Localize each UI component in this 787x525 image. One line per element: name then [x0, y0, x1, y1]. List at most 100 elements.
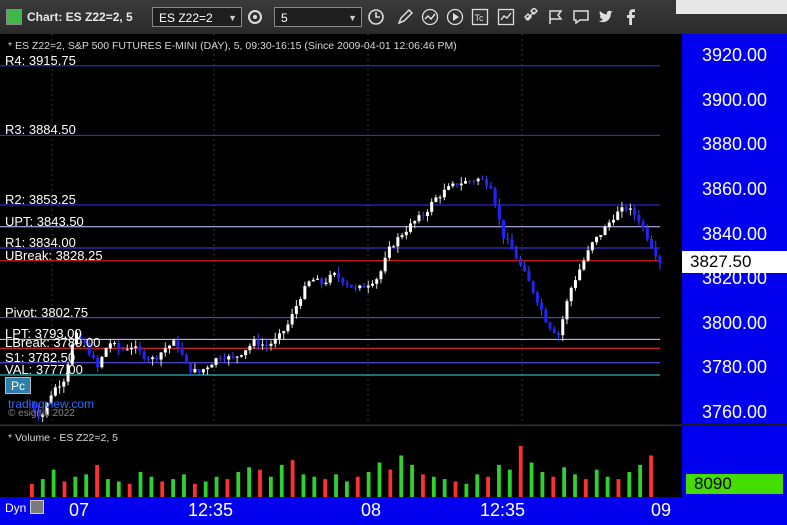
volume-bar	[442, 479, 447, 498]
candle-body	[485, 179, 489, 187]
window-icon	[6, 9, 22, 25]
symbol-combo[interactable]: ES Z22=2 ▼	[152, 7, 242, 27]
candle-body	[468, 180, 472, 182]
candle-body	[256, 339, 260, 346]
candle-body	[193, 369, 197, 373]
price-axis[interactable]: 3920.00 3900.00 3880.00 3860.00 3840.00 3820.…	[682, 34, 787, 424]
candle-body	[108, 343, 112, 349]
price-tick-label: 3880.00	[702, 134, 768, 155]
comment-icon[interactable]	[572, 8, 590, 26]
candle-body	[409, 223, 413, 232]
candle-body	[227, 356, 231, 360]
window-controls[interactable]	[676, 0, 787, 14]
chevron-down-icon: ▼	[228, 13, 237, 23]
candle-body	[459, 183, 463, 186]
candle-body	[231, 356, 235, 358]
candle-body	[506, 238, 510, 240]
candle-body	[400, 235, 404, 238]
volume-bar	[116, 481, 121, 498]
volume-bar	[562, 467, 567, 498]
candle-body	[451, 183, 455, 187]
volume-bar	[290, 460, 295, 498]
volume-bar	[301, 474, 306, 498]
current-volume-tag: 8090	[686, 474, 783, 494]
interval-combo[interactable]: 5 ▼	[274, 7, 362, 27]
candle-body	[244, 350, 248, 356]
candle-body	[595, 236, 599, 243]
candle-body	[413, 221, 417, 224]
settings-icon[interactable]	[246, 8, 264, 26]
candle-body	[476, 178, 480, 182]
price-tick-label: 3900.00	[702, 89, 768, 110]
candle-body	[383, 257, 387, 272]
volume-bar	[388, 469, 393, 498]
volume-bar	[497, 464, 501, 498]
volume-bar	[214, 476, 219, 498]
link-icon[interactable]	[522, 8, 540, 26]
volume-bar	[160, 481, 165, 498]
volume-bar	[62, 481, 67, 498]
candle-body	[125, 349, 129, 351]
candle-body	[447, 186, 451, 190]
candle-body	[294, 305, 298, 314]
candle-body	[53, 387, 57, 396]
level-label: R2: 3853.25	[5, 192, 76, 208]
volume-bar	[594, 469, 599, 498]
svg-text:Tc: Tc	[475, 13, 485, 23]
candle-body	[573, 280, 577, 288]
level-label: Pivot: 3802.75	[5, 304, 89, 320]
price-tick-label: 3860.00	[702, 179, 768, 199]
volume-bar	[355, 476, 360, 498]
volume-bar	[258, 469, 262, 498]
candle-body	[578, 269, 582, 281]
candle-body	[96, 357, 100, 368]
trend-icon[interactable]	[421, 8, 439, 26]
pencil-icon[interactable]	[396, 8, 414, 26]
candle-body	[180, 347, 184, 355]
volume-bar	[40, 479, 45, 498]
time-label-1235-second: 12:35	[480, 500, 526, 520]
candle-body	[265, 344, 269, 346]
twitter-icon[interactable]	[597, 8, 615, 26]
time-scale-icon[interactable]	[30, 500, 44, 514]
text-icon[interactable]: Tc	[471, 8, 489, 26]
candle-body	[324, 282, 328, 285]
volume-bar	[171, 479, 176, 498]
candle-body	[387, 246, 391, 258]
level-label: LBreak: 3789.00	[5, 335, 101, 351]
volume-bar	[334, 474, 338, 498]
volume-bar	[475, 474, 480, 498]
facebook-icon[interactable]	[622, 8, 640, 26]
flag-icon[interactable]	[547, 8, 565, 26]
pc-badge[interactable]: Pc	[5, 377, 31, 394]
clock-icon[interactable]	[367, 8, 385, 26]
volume-bar	[638, 464, 643, 498]
candle-body	[337, 272, 341, 279]
symbol-value: ES Z22=2	[159, 11, 213, 25]
time-label-1235-first: 12:35	[188, 500, 234, 520]
price-tick-label: 3780.00	[702, 357, 768, 378]
candle-body	[510, 239, 514, 250]
volume-bar	[366, 472, 371, 498]
candle-body	[535, 292, 539, 303]
candle-body	[421, 215, 425, 217]
candle-body	[586, 250, 590, 261]
candle-body	[480, 178, 484, 180]
volume-chart[interactable]: * Volume - ES Z22=2, 5	[0, 425, 682, 498]
candle-body	[197, 369, 201, 373]
volume-bar	[323, 479, 328, 498]
price-tick-label: 3920.00	[702, 45, 768, 66]
candle-body	[151, 357, 155, 360]
candle-body	[358, 285, 362, 289]
play-icon[interactable]	[446, 8, 464, 26]
volume-bar	[247, 467, 252, 498]
chart-icon[interactable]	[497, 8, 515, 26]
candle-body	[299, 299, 303, 306]
time-axis[interactable]: Dyn 07 12:35 08 12:35 09	[0, 497, 787, 525]
time-label-09: 09	[651, 500, 672, 520]
candle-body	[117, 343, 121, 350]
volume-bar	[84, 474, 89, 498]
candle-body	[303, 286, 307, 300]
candle-body	[328, 274, 332, 283]
price-chart[interactable]: * ES Z22=2, S&P 500 FUTURES E-MINI (DAY)…	[0, 34, 682, 424]
